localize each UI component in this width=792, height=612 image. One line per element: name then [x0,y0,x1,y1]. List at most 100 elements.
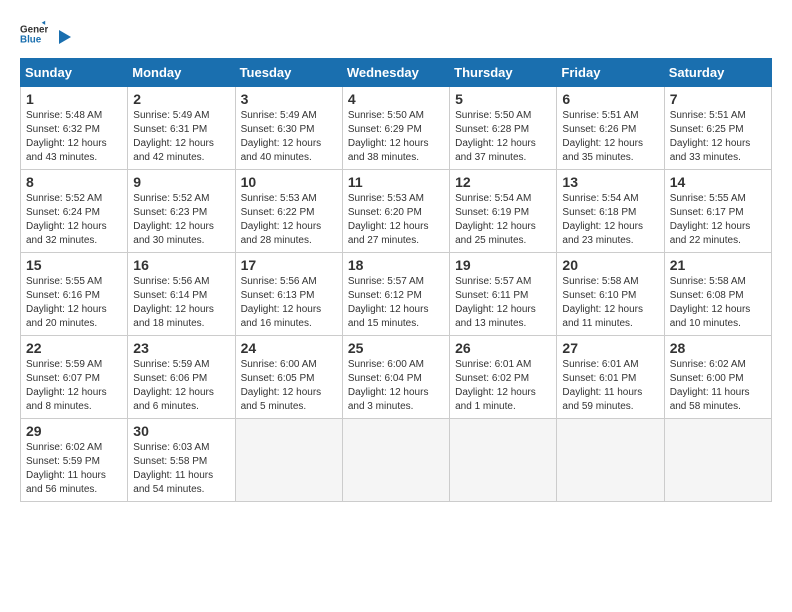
day-number: 14 [670,174,766,190]
day-info: Sunrise: 5:53 AMSunset: 6:22 PMDaylight:… [241,192,337,248]
day-number: 15 [26,257,122,273]
calendar-week-3: 15 Sunrise: 5:55 AMSunset: 6:16 PMDayligh… [21,253,772,336]
day-number: 30 [133,423,229,439]
calendar-cell [557,419,664,502]
calendar-week-2: 8 Sunrise: 5:52 AMSunset: 6:24 PMDaylight… [21,170,772,253]
day-info: Sunrise: 6:00 AMSunset: 6:05 PMDaylight:… [241,358,337,414]
day-info: Sunrise: 5:50 AMSunset: 6:29 PMDaylight:… [348,109,444,165]
day-number: 27 [562,340,658,356]
logo-icon: General Blue [20,20,48,48]
calendar-cell [450,419,557,502]
calendar-cell: 24 Sunrise: 6:00 AMSunset: 6:05 PMDayligh… [235,336,342,419]
day-number: 9 [133,174,229,190]
calendar-cell: 9 Sunrise: 5:52 AMSunset: 6:23 PMDaylight… [128,170,235,253]
calendar-cell [342,419,449,502]
page-header: General Blue [20,20,772,48]
day-info: Sunrise: 5:56 AMSunset: 6:13 PMDaylight:… [241,275,337,331]
calendar-cell: 23Sunrise: 5:59 AMSunset: 6:06 PMDayligh… [128,336,235,419]
day-info: Sunrise: 5:53 AMSunset: 6:20 PMDaylight:… [348,192,444,248]
day-number: 5 [455,91,551,107]
calendar-cell: 11 Sunrise: 5:53 AMSunset: 6:20 PMDayligh… [342,170,449,253]
day-info: Sunrise: 5:55 AMSunset: 6:16 PMDaylight:… [26,275,122,331]
day-info: Sunrise: 6:02 AMSunset: 5:59 PMDaylight:… [26,441,122,497]
day-info: Sunrise: 5:51 AMSunset: 6:25 PMDaylight:… [670,109,766,165]
day-info: Sunrise: 5:58 AMSunset: 6:08 PMDaylight:… [670,275,766,331]
calendar-cell: 3Sunrise: 5:49 AMSunset: 6:30 PMDaylight… [235,87,342,170]
day-number: 28 [670,340,766,356]
calendar-cell: 26 Sunrise: 6:01 AMSunset: 6:02 PMDayligh… [450,336,557,419]
day-info: Sunrise: 5:57 AMSunset: 6:11 PMDaylight:… [455,275,551,331]
day-info: Sunrise: 5:49 AMSunset: 6:31 PMDaylight:… [133,109,229,165]
calendar-cell: 7 Sunrise: 5:51 AMSunset: 6:25 PMDaylight… [664,87,771,170]
calendar-cell: 12 Sunrise: 5:54 AMSunset: 6:19 PMDayligh… [450,170,557,253]
day-number: 17 [241,257,337,273]
calendar-cell: 21 Sunrise: 5:58 AMSunset: 6:08 PMDayligh… [664,253,771,336]
calendar-cell: 8 Sunrise: 5:52 AMSunset: 6:24 PMDaylight… [21,170,128,253]
calendar-cell: 2 Sunrise: 5:49 AMSunset: 6:31 PMDaylight… [128,87,235,170]
calendar-cell: 10 Sunrise: 5:53 AMSunset: 6:22 PMDayligh… [235,170,342,253]
day-header-friday: Friday [557,59,664,87]
day-info: Sunrise: 5:56 AMSunset: 6:14 PMDaylight:… [133,275,229,331]
logo-arrow-icon [53,26,75,48]
day-info: Sunrise: 5:55 AMSunset: 6:17 PMDaylight:… [670,192,766,248]
day-number: 22 [26,340,122,356]
calendar-cell: 20 Sunrise: 5:58 AMSunset: 6:10 PMDayligh… [557,253,664,336]
calendar-cell: 1Sunrise: 5:48 AMSunset: 6:32 PMDaylight… [21,87,128,170]
calendar-week-5: 29 Sunrise: 6:02 AMSunset: 5:59 PMDayligh… [21,419,772,502]
day-number: 2 [133,91,229,107]
day-info: Sunrise: 5:50 AMSunset: 6:28 PMDaylight:… [455,109,551,165]
calendar-header-row: SundayMondayTuesdayWednesdayThursdayFrid… [21,59,772,87]
day-number: 11 [348,174,444,190]
day-info: Sunrise: 5:59 AMSunset: 6:07 PMDaylight:… [26,358,122,414]
day-info: Sunrise: 6:01 AMSunset: 6:02 PMDaylight:… [455,358,551,414]
day-header-sunday: Sunday [21,59,128,87]
day-info: Sunrise: 5:52 AMSunset: 6:24 PMDaylight:… [26,192,122,248]
day-number: 7 [670,91,766,107]
day-number: 8 [26,174,122,190]
calendar-cell [664,419,771,502]
day-number: 21 [670,257,766,273]
calendar-cell: 29 Sunrise: 6:02 AMSunset: 5:59 PMDayligh… [21,419,128,502]
day-number: 24 [241,340,337,356]
day-info: Sunrise: 5:54 AMSunset: 6:18 PMDaylight:… [562,192,658,248]
day-header-thursday: Thursday [450,59,557,87]
day-header-saturday: Saturday [664,59,771,87]
svg-text:Blue: Blue [20,34,42,45]
calendar-cell: 30 Sunrise: 6:03 AMSunset: 5:58 PMDayligh… [128,419,235,502]
day-number: 16 [133,257,229,273]
day-info: Sunrise: 5:54 AMSunset: 6:19 PMDaylight:… [455,192,551,248]
calendar-cell: 19 Sunrise: 5:57 AMSunset: 6:11 PMDayligh… [450,253,557,336]
calendar-cell: 13 Sunrise: 5:54 AMSunset: 6:18 PMDayligh… [557,170,664,253]
day-number: 4 [348,91,444,107]
day-number: 20 [562,257,658,273]
day-info: Sunrise: 6:03 AMSunset: 5:58 PMDaylight:… [133,441,229,497]
calendar-cell [235,419,342,502]
day-info: Sunrise: 5:52 AMSunset: 6:23 PMDaylight:… [133,192,229,248]
calendar-cell: 6Sunrise: 5:51 AMSunset: 6:26 PMDaylight… [557,87,664,170]
calendar-cell: 5 Sunrise: 5:50 AMSunset: 6:28 PMDaylight… [450,87,557,170]
day-header-monday: Monday [128,59,235,87]
day-number: 18 [348,257,444,273]
calendar-cell: 14 Sunrise: 5:55 AMSunset: 6:17 PMDayligh… [664,170,771,253]
calendar-cell: 25Sunrise: 6:00 AMSunset: 6:04 PMDayligh… [342,336,449,419]
day-header-wednesday: Wednesday [342,59,449,87]
day-info: Sunrise: 5:49 AMSunset: 6:30 PMDaylight:… [241,109,337,165]
day-number: 23 [133,340,229,356]
day-number: 29 [26,423,122,439]
day-header-tuesday: Tuesday [235,59,342,87]
day-number: 19 [455,257,551,273]
calendar-cell: 18Sunrise: 5:57 AMSunset: 6:12 PMDayligh… [342,253,449,336]
calendar-cell: 22 Sunrise: 5:59 AMSunset: 6:07 PMDayligh… [21,336,128,419]
calendar-week-1: 1Sunrise: 5:48 AMSunset: 6:32 PMDaylight… [21,87,772,170]
calendar-cell: 15 Sunrise: 5:55 AMSunset: 6:16 PMDayligh… [21,253,128,336]
day-info: Sunrise: 5:48 AMSunset: 6:32 PMDaylight:… [26,109,122,165]
day-info: Sunrise: 5:58 AMSunset: 6:10 PMDaylight:… [562,275,658,331]
day-info: Sunrise: 5:51 AMSunset: 6:26 PMDaylight:… [562,109,658,165]
day-info: Sunrise: 6:00 AMSunset: 6:04 PMDaylight:… [348,358,444,414]
day-number: 26 [455,340,551,356]
calendar-cell: 27Sunrise: 6:01 AMSunset: 6:01 PMDayligh… [557,336,664,419]
calendar-week-4: 22 Sunrise: 5:59 AMSunset: 6:07 PMDayligh… [21,336,772,419]
day-number: 12 [455,174,551,190]
day-number: 13 [562,174,658,190]
day-number: 10 [241,174,337,190]
